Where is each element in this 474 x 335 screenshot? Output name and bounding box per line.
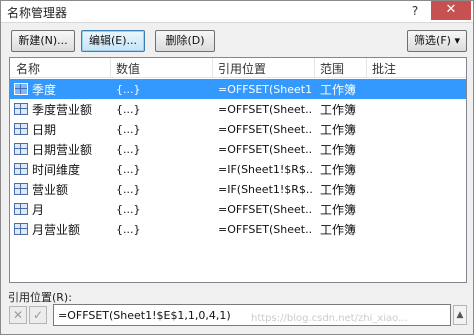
row-name: 时间维度 (32, 163, 81, 177)
row-refers-to: =OFFSET(Sheet1!... (218, 83, 312, 96)
header-comment[interactable]: 批注 (372, 60, 396, 77)
named-range-icon (14, 143, 28, 155)
row-name: 月 (32, 203, 45, 217)
row-refers-to: =OFFSET(Sheet... (218, 123, 312, 136)
row-value: {...} (116, 223, 141, 236)
table-row[interactable]: 月营业额 {...} =OFFSET(Sheet... 工作簿 (10, 219, 466, 239)
delete-button[interactable]: 删除(D) (155, 30, 215, 52)
table-row[interactable]: 月 {...} =OFFSET(Sheet... 工作簿 (10, 199, 466, 219)
name-manager-dialog: 名称管理器 ? ✕ 新建(N)... 编辑(E)... 删除(D) 筛选(F) … (0, 0, 474, 335)
header-divider (366, 58, 367, 78)
row-scope: 工作簿 (320, 163, 357, 177)
row-refers-to: =IF(Sheet1!$R$... (218, 183, 312, 196)
row-name: 日期 (32, 123, 57, 137)
header-divider (314, 58, 315, 78)
row-refers-to: =OFFSET(Sheet... (218, 103, 312, 116)
title-bar: 名称管理器 ? ✕ (1, 1, 473, 23)
row-name: 营业额 (32, 183, 69, 197)
named-range-icon (14, 83, 28, 95)
header-value[interactable]: 数值 (116, 60, 140, 77)
dialog-title: 名称管理器 (7, 6, 68, 20)
table-row[interactable]: 时间维度 {...} =IF(Sheet1!$R$... 工作簿 (10, 159, 466, 179)
row-scope: 工作簿 (320, 183, 357, 197)
table-row[interactable]: 营业额 {...} =IF(Sheet1!$R$... 工作簿 (10, 179, 466, 199)
row-value: {...} (116, 143, 141, 156)
watermark: https://blog.csdn.net/zhi_xiao... (251, 313, 408, 324)
refers-to-label: 引用位置(R): (8, 291, 72, 304)
table-row[interactable]: 季度 {...} =OFFSET(Sheet1!... 工作簿 (10, 79, 466, 99)
header-name[interactable]: 名称 (16, 60, 40, 77)
named-range-icon (14, 203, 28, 215)
collapse-dialog-icon[interactable]: ▲ (453, 305, 467, 325)
table-row[interactable]: 季度营业额 {...} =OFFSET(Sheet... 工作簿 (10, 99, 466, 119)
row-value: {...} (116, 183, 141, 196)
row-value: {...} (116, 163, 141, 176)
row-scope: 工作簿 (320, 123, 357, 137)
named-range-icon (14, 163, 28, 175)
header-divider (212, 58, 213, 78)
header-divider (110, 58, 111, 78)
row-name: 季度 (32, 83, 57, 97)
row-name: 季度营业额 (32, 103, 93, 117)
row-value: {...} (116, 203, 141, 216)
named-range-icon (14, 123, 28, 135)
confirm-edit-icon[interactable]: ✓ (29, 306, 47, 324)
edit-button[interactable]: 编辑(E)... (81, 30, 145, 52)
cancel-edit-icon[interactable]: ✕ (9, 306, 27, 324)
row-refers-to: =OFFSET(Sheet... (218, 203, 312, 216)
row-value: {...} (116, 83, 141, 96)
table-row[interactable]: 日期营业额 {...} =OFFSET(Sheet... 工作簿 (10, 139, 466, 159)
close-button[interactable]: ✕ (431, 1, 471, 20)
row-value: {...} (116, 103, 141, 116)
list-header: 名称 数值 引用位置 范围 批注 (10, 58, 466, 78)
header-scope[interactable]: 范围 (320, 60, 344, 77)
row-value: {...} (116, 123, 141, 136)
filter-button[interactable]: 筛选(F) ▾ (407, 30, 467, 52)
row-scope: 工作簿 (320, 103, 357, 117)
row-refers-to: =OFFSET(Sheet... (218, 223, 312, 236)
row-scope: 工作簿 (320, 83, 357, 97)
names-list[interactable]: 名称 数值 引用位置 范围 批注 季度 {...} =OFFSET(Sheet1!.… (9, 57, 467, 283)
named-range-icon (14, 223, 28, 235)
header-refers-to[interactable]: 引用位置 (218, 60, 266, 77)
row-name: 月营业额 (32, 223, 81, 237)
row-scope: 工作簿 (320, 223, 357, 237)
row-scope: 工作簿 (320, 143, 357, 157)
named-range-icon (14, 103, 28, 115)
named-range-icon (14, 183, 28, 195)
help-button[interactable]: ? (403, 2, 427, 20)
row-name: 日期营业额 (32, 143, 93, 157)
new-button[interactable]: 新建(N)... (11, 30, 75, 52)
row-refers-to: =IF(Sheet1!$R$... (218, 163, 312, 176)
row-refers-to: =OFFSET(Sheet... (218, 143, 312, 156)
row-scope: 工作簿 (320, 203, 357, 217)
table-row[interactable]: 日期 {...} =OFFSET(Sheet... 工作簿 (10, 119, 466, 139)
